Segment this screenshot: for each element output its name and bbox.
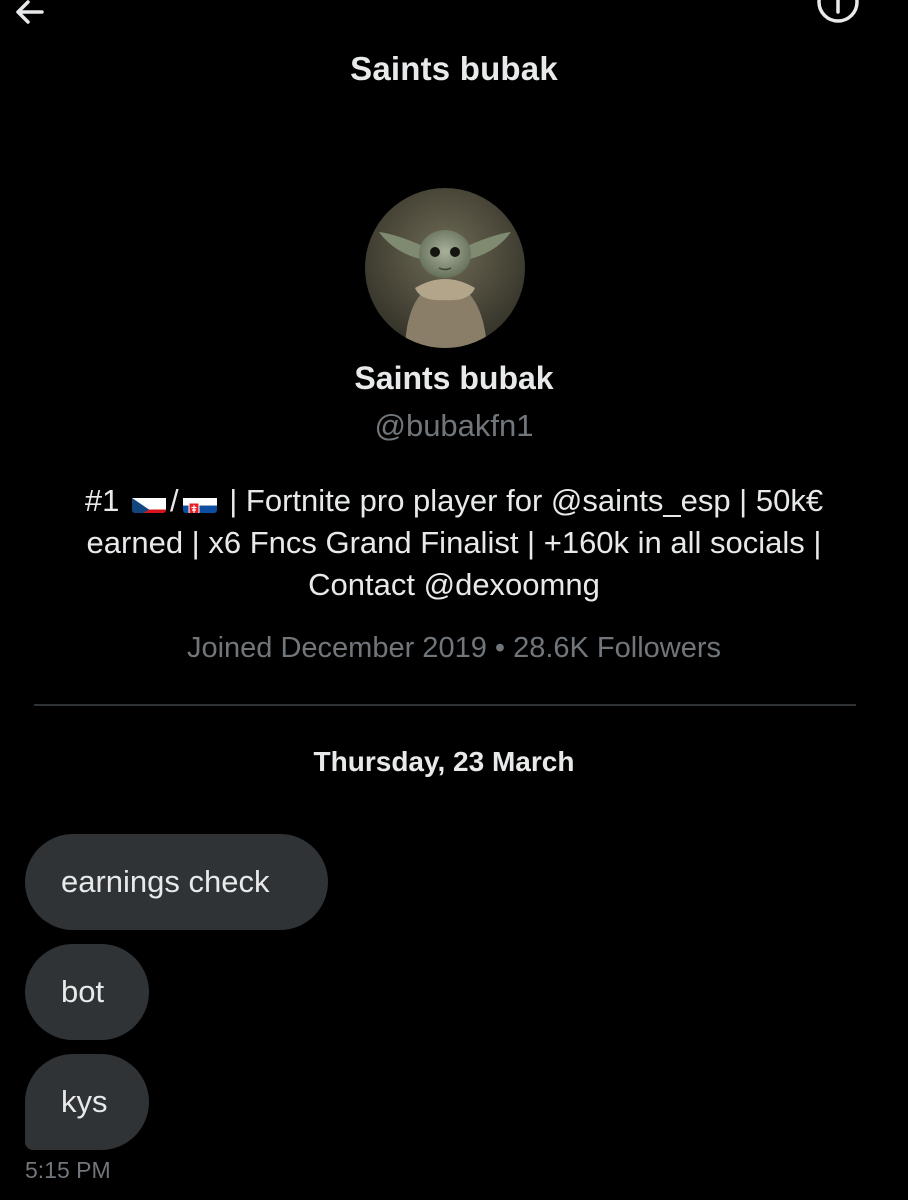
info-circle-icon[interactable] — [814, 0, 862, 26]
top-bar: Saints bubak — [0, 0, 908, 120]
divider — [34, 704, 856, 706]
profile-name: Saints bubak — [354, 360, 554, 396]
profile-bio: #1 / | Fortnite pro player for @saints_e… — [40, 480, 868, 606]
message-bubble[interactable]: earnings check — [25, 834, 328, 930]
avatar-image — [365, 188, 525, 348]
message-bubble[interactable]: kys — [25, 1054, 149, 1150]
message-timestamp: 5:15 PM — [25, 1157, 111, 1183]
slovakia-flag-icon — [182, 490, 217, 513]
date-separator: Thursday, 23 March — [313, 746, 575, 777]
message-bubble[interactable]: bot — [25, 944, 149, 1040]
avatar[interactable] — [365, 188, 525, 348]
profile-handle[interactable]: @bubakfn1 — [0, 408, 908, 444]
arrow-left-icon[interactable] — [14, 0, 54, 26]
conversation-title: Saints bubak — [350, 50, 558, 87]
bio-rank: #1 — [84, 483, 120, 518]
czech-flag-icon — [132, 490, 167, 513]
bio-separator: / — [170, 483, 179, 518]
profile-meta: Joined December 2019 • 28.6K Followers — [186, 632, 722, 664]
